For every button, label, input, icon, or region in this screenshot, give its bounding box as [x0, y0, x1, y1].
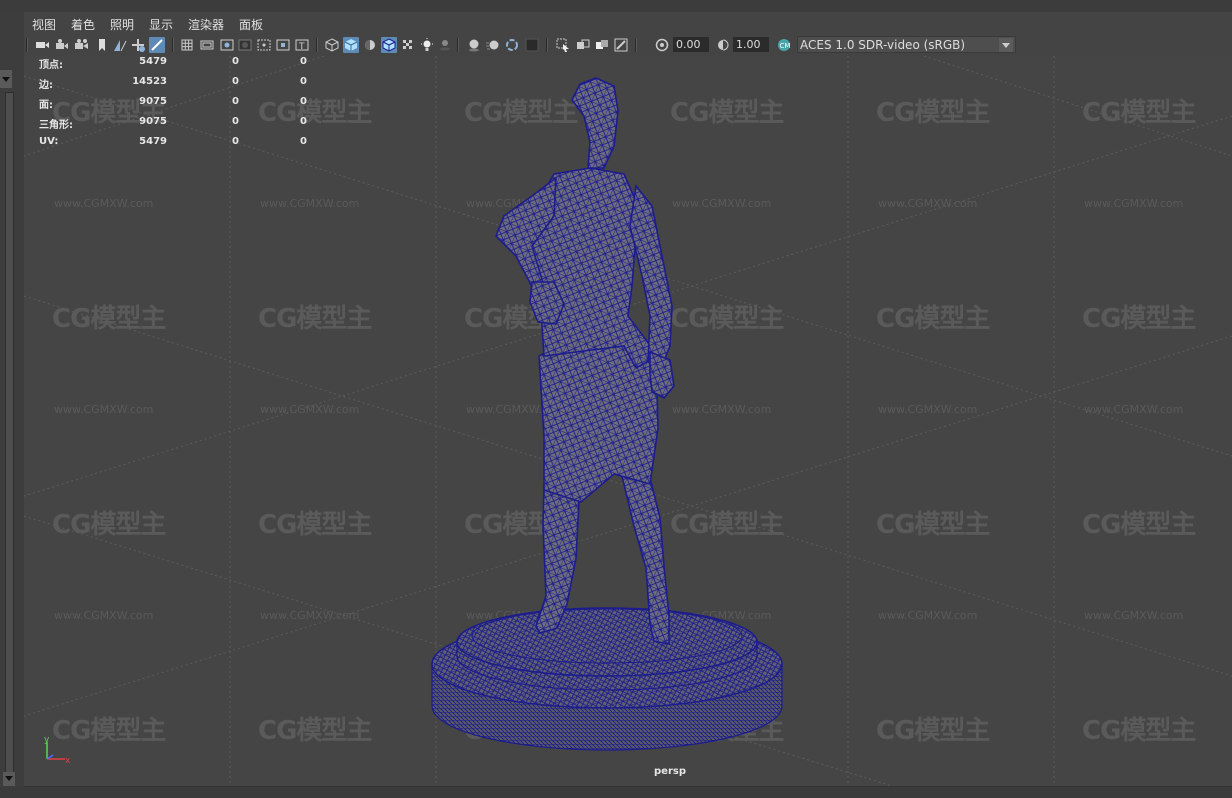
axis-gizmo: y x	[44, 735, 71, 766]
hud-row-edges: 边: 14523 0 0	[39, 76, 309, 91]
motion-blur-icon[interactable]	[485, 37, 501, 53]
hud-value-scene: 9075	[139, 116, 167, 127]
hud-label: 三角形:	[39, 120, 73, 131]
hud-value-component: 0	[300, 116, 307, 127]
gamma-field[interactable]: 1.00	[733, 37, 769, 52]
select-camera-icon[interactable]	[34, 37, 50, 53]
hud-value-selected: 0	[232, 136, 239, 147]
smooth-shade-icon[interactable]	[343, 37, 359, 53]
hud-value-component: 0	[300, 96, 307, 107]
hud-value-scene: 5479	[139, 56, 167, 67]
menu-renderer[interactable]: 渲染器	[188, 16, 224, 33]
xray-joints-icon[interactable]	[594, 37, 610, 53]
wireframe-on-shaded-icon[interactable]	[381, 37, 397, 53]
viewport-toolbar: T 0.00 1.00 CM ACES 1.0 SDR-video (sRGB)	[24, 34, 1232, 56]
hud-value-component: 0	[300, 56, 307, 67]
2d-pan-zoom-icon[interactable]	[130, 37, 146, 53]
scroll-down-button[interactable]	[3, 772, 15, 786]
screen-space-ao-icon[interactable]	[466, 37, 482, 53]
hud-label: 边:	[39, 80, 53, 91]
exposure-icon[interactable]	[654, 37, 670, 53]
toolbar-separator	[316, 38, 318, 52]
bookmark-icon[interactable]	[94, 37, 110, 53]
isolate-select-icon[interactable]	[555, 37, 571, 53]
pedestal-mesh	[431, 607, 783, 751]
film-gate-icon[interactable]	[199, 37, 215, 53]
svg-text:CM: CM	[780, 42, 791, 50]
left-scrollbar[interactable]	[5, 92, 14, 774]
hud-value-scene: 5479	[139, 136, 167, 147]
hud-value-component: 0	[300, 76, 307, 87]
menu-view[interactable]: 视图	[32, 16, 56, 33]
chevron-down-icon[interactable]	[999, 38, 1013, 52]
menu-panels[interactable]: 面板	[239, 16, 263, 33]
menu-show[interactable]: 显示	[149, 16, 173, 33]
hud-value-scene: 9075	[139, 96, 167, 107]
textured-icon[interactable]	[400, 37, 416, 53]
axis-x-label: x	[65, 756, 71, 766]
toolbar-separator	[457, 38, 459, 52]
scene-render: y x	[44, 77, 783, 766]
hud-label: 顶点:	[39, 60, 63, 71]
xray-icon[interactable]	[575, 37, 591, 53]
field-chart-icon[interactable]	[256, 37, 272, 53]
xray-components-icon[interactable]	[613, 37, 629, 53]
grid-icon[interactable]	[179, 37, 195, 53]
left-gutter	[0, 12, 24, 798]
hud-value-component: 0	[300, 136, 307, 147]
toolbar-separator	[546, 38, 548, 52]
exposure-field[interactable]: 0.00	[673, 37, 709, 52]
hud-value-selected: 0	[232, 76, 239, 87]
hud-label: UV:	[39, 136, 59, 147]
bookmark-camera-icon[interactable]	[74, 37, 90, 53]
image-plane-icon[interactable]	[112, 37, 128, 53]
gamma-icon[interactable]	[715, 37, 731, 53]
hud-label: 面:	[39, 100, 53, 111]
menu-lighting[interactable]: 照明	[110, 16, 134, 33]
depth-of-field-icon[interactable]	[524, 37, 540, 53]
hud-value-selected: 0	[232, 96, 239, 107]
safe-action-icon[interactable]	[275, 37, 291, 53]
anti-aliasing-icon[interactable]	[504, 37, 520, 53]
svg-text:T: T	[298, 42, 305, 52]
toolbar-separator	[635, 38, 637, 52]
use-all-lights-icon[interactable]	[419, 37, 435, 53]
default-material-icon[interactable]	[362, 37, 378, 53]
resolution-gate-icon[interactable]	[219, 37, 235, 53]
safe-title-icon[interactable]: T	[294, 37, 310, 53]
shadows-icon[interactable]	[437, 37, 453, 53]
camera-name-label: persp	[654, 766, 686, 777]
hud-row-vertices: 顶点: 5479 0 0	[39, 56, 309, 71]
axis-y-label: y	[44, 735, 50, 745]
wireframe-icon[interactable]	[324, 37, 340, 53]
grease-pencil-icon[interactable]	[149, 37, 165, 53]
hud-row-uvs: UV: 5479 0 0	[39, 136, 309, 150]
top-border	[0, 0, 1232, 12]
toolbar-separator	[26, 38, 28, 52]
color-space-dropdown[interactable]: ACES 1.0 SDR-video (sRGB)	[797, 36, 1016, 53]
hud-row-faces: 面: 9075 0 0	[39, 96, 309, 111]
bottom-border	[0, 787, 1232, 798]
hud-value-scene: 14523	[132, 76, 167, 87]
gate-mask-icon[interactable]	[237, 37, 253, 53]
menu-shading[interactable]: 着色	[71, 16, 95, 33]
character-mesh	[495, 77, 675, 645]
toolbar-separator	[172, 38, 174, 52]
hud-row-triangles: 三角形: 9075 0 0	[39, 116, 309, 131]
color-space-value: ACES 1.0 SDR-video (sRGB)	[800, 38, 966, 52]
hud-value-selected: 0	[232, 56, 239, 67]
hud-value-selected: 0	[232, 116, 239, 127]
camera-attributes-icon[interactable]	[54, 37, 70, 53]
panel-menu-toggle[interactable]	[0, 70, 12, 88]
color-management-icon[interactable]: CM	[776, 37, 792, 53]
3d-viewport[interactable]: CG模型主 www.CGMXW.com CG模型主 www.CGMXW.com CG模型…	[24, 56, 1232, 787]
viewport-menu-bar: 视图 着色 照明 显示 渲染器 面板	[24, 12, 1232, 34]
